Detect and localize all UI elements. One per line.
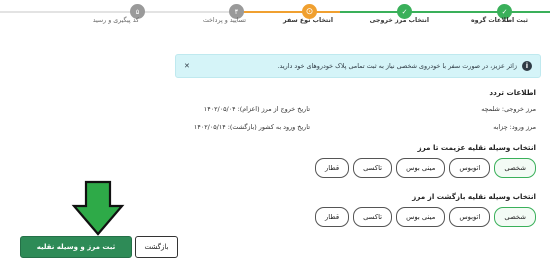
departure-option-bus[interactable]: اتوبوس [449, 158, 491, 178]
return-vehicle-title: انتخاب وسیله نقلیه بازگشت از مرز [412, 192, 536, 201]
step-2-label: انتخاب مرز خروجی [369, 17, 429, 24]
departure-vehicle-title: انتخاب وسیله نقلیه عزیمت تا مرز [417, 143, 536, 152]
arrow-down-icon [71, 180, 125, 236]
submit-border-vehicle-button[interactable]: ثبت مرز و وسیله نقلیه [20, 236, 132, 258]
return-option-bus[interactable]: اتوبوس [449, 207, 491, 227]
progress-stepper: ✓ ✓ ⊙ ۴ ۵ ثبت اطلاعات گروه انتخاب مرز خر… [0, 0, 550, 32]
info-alert: i زائر عزیز، در صورت سفر با خودروی شخصی … [175, 54, 541, 78]
departure-option-taxi[interactable]: تاکسی [353, 158, 393, 178]
return-vehicle-options: شخصی اتوبوس مینی بوس تاکسی قطار [314, 207, 536, 227]
step-4-label: تسایید و پرداخت [202, 17, 246, 24]
back-button[interactable]: بازگشت [135, 236, 178, 258]
return-option-train[interactable]: قطار [314, 207, 350, 227]
alert-text: زائر عزیز، در صورت سفر با خودروی شخصی نی… [277, 62, 517, 70]
stepper-line-pending [0, 11, 240, 13]
departure-option-personal[interactable]: شخصی [494, 158, 536, 178]
departure-option-minibus[interactable]: مینی بوس [396, 158, 446, 178]
step-3-label: انتخاب نوع سفر [283, 17, 333, 24]
step-1-label: ثبت اطلاعات گروه [470, 17, 528, 24]
departure-option-train[interactable]: قطار [314, 158, 350, 178]
return-option-minibus[interactable]: مینی بوس [396, 207, 446, 227]
stepper-line-done-1 [440, 11, 550, 13]
stepper-line-done-2 [340, 11, 440, 13]
entry-date: تاریخ ورود به کشور (بازگشت): ۱۴۰۲/۰۵/۱۴ [193, 123, 310, 131]
traffic-info-title: اطلاعات تردد [489, 88, 536, 97]
return-option-personal[interactable]: شخصی [494, 207, 536, 227]
exit-border: مرز خروجی: شلمچه [481, 105, 536, 113]
return-option-taxi[interactable]: تاکسی [353, 207, 393, 227]
departure-vehicle-options: شخصی اتوبوس مینی بوس تاکسی قطار [314, 158, 536, 178]
step-5-label: کد پیگیری و رسید [92, 17, 139, 24]
exit-date: تاریخ خروج از مرز (اعزام): ۱۴۰۲/۰۵/۰۴ [203, 105, 310, 113]
entry-border: مرز ورود: چزابه [493, 123, 536, 131]
close-icon[interactable]: ✕ [184, 62, 190, 70]
stepper-line-active [240, 11, 340, 13]
info-icon: i [522, 61, 532, 71]
